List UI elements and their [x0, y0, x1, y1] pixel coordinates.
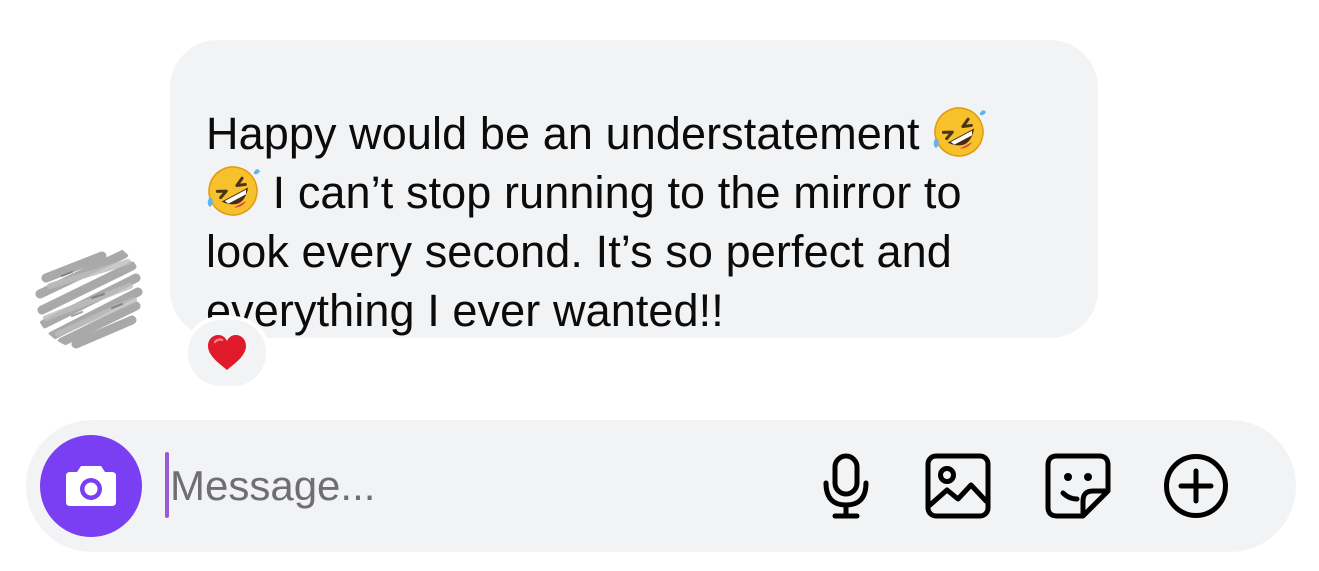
- rofl-emoji-icon: [207, 166, 260, 216]
- heart-reaction[interactable]: [184, 316, 270, 390]
- message-line-2: I can’t stop running to the mirror to: [206, 163, 1062, 222]
- image-icon: [925, 453, 991, 519]
- message-composer: [26, 420, 1296, 552]
- plus-icon: [1164, 454, 1228, 518]
- message-text: Happy would be an understatement I can’t…: [206, 104, 1062, 340]
- avatar[interactable]: [32, 238, 144, 350]
- more-options-button[interactable]: [1160, 450, 1232, 522]
- microphone-button[interactable]: [810, 450, 882, 522]
- message-line-3: look every second. It’s so perfect and: [206, 226, 952, 277]
- heart-icon: [208, 335, 246, 370]
- incoming-message-bubble[interactable]: Happy would be an understatement I can’t…: [170, 40, 1098, 338]
- camera-icon: [66, 466, 116, 506]
- text-cursor: [165, 452, 169, 518]
- microphone-icon: [823, 453, 869, 519]
- camera-button[interactable]: [40, 435, 142, 537]
- message-line-4: everything I ever wanted!!: [206, 285, 724, 336]
- message-line-1: Happy would be an understatement: [206, 104, 1062, 163]
- gallery-button[interactable]: [922, 450, 994, 522]
- sticker-icon: [1045, 453, 1111, 519]
- rofl-emoji-icon: [933, 107, 987, 157]
- sticker-button[interactable]: [1042, 450, 1114, 522]
- chat-screen: Happy would be an understatement I can’t…: [0, 0, 1319, 571]
- message-input[interactable]: [170, 450, 770, 522]
